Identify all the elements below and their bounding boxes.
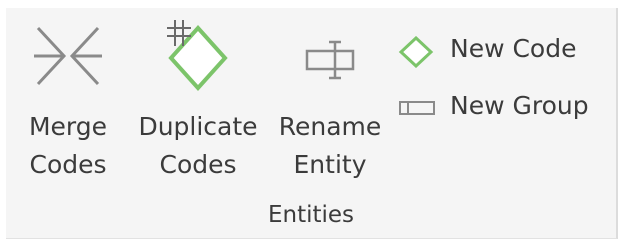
new-group-icon [398,93,438,127]
merge-label-line2: Codes [29,150,107,179]
merge-arrows-icon [28,16,108,100]
duplicate-code-icon [153,16,243,104]
new-group-button[interactable]: New Group [392,85,612,129]
rename-label-line2: Entity [293,150,367,179]
ribbon-window: Merge Codes Duplicate Codes Rename Entit… [0,0,624,240]
new-group-label: New Group [450,91,589,120]
ribbon-group-entities: Merge Codes Duplicate Codes Rename Entit… [6,8,618,239]
duplicate-codes-button[interactable]: Duplicate Codes [128,16,268,196]
merge-label-line1: Merge [28,112,108,141]
new-code-button[interactable]: New Code [392,28,612,72]
duplicate-label-line2: Codes [159,150,237,179]
duplicate-label-line1: Duplicate [138,112,258,141]
rename-entity-icon [285,16,375,100]
ribbon-group-label: Entities [267,202,355,228]
rename-entity-button[interactable]: Rename Entity [270,16,390,196]
merge-codes-button[interactable]: Merge Codes [20,16,116,196]
new-code-diamond-icon [398,35,434,72]
new-code-label: New Code [450,34,577,63]
rename-label-line1: Rename [278,112,382,141]
